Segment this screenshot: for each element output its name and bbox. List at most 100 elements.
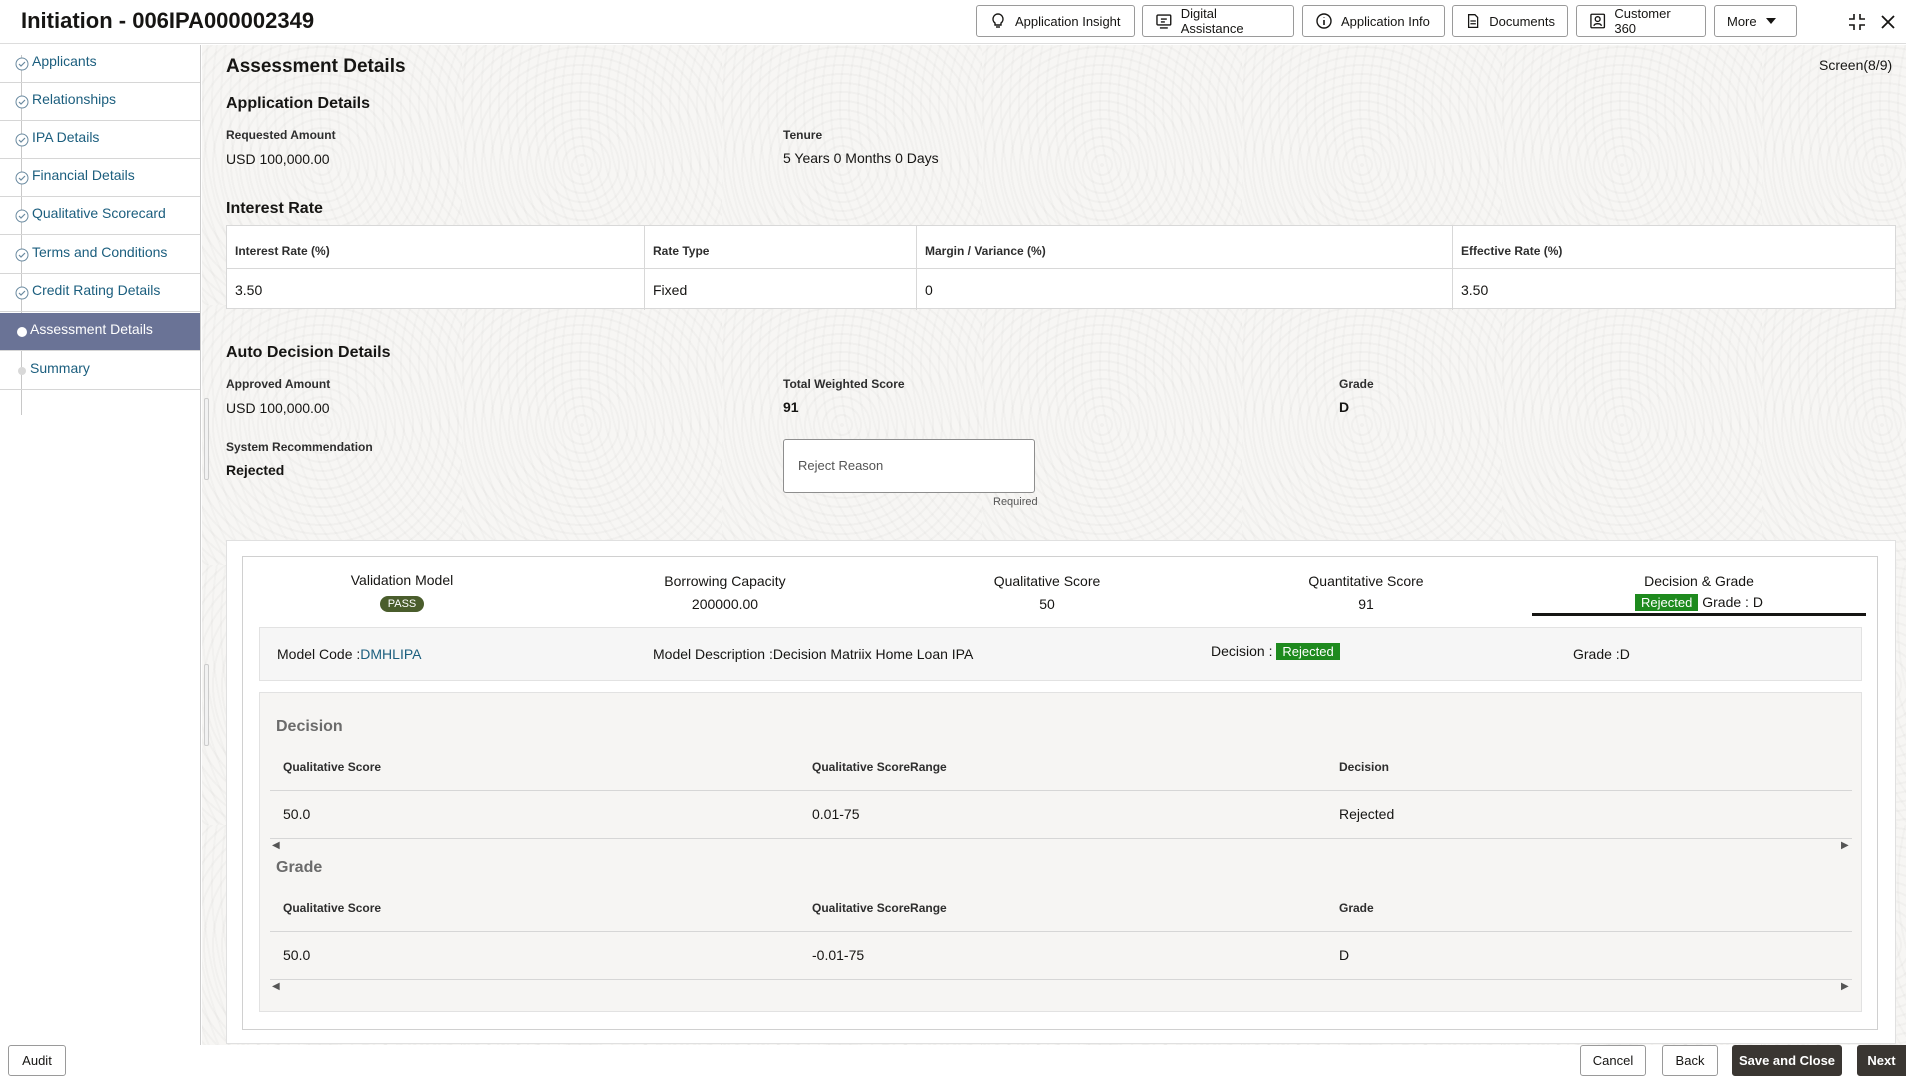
documents-icon — [1467, 14, 1479, 28]
digital-assistance-label: Digital Assistance — [1180, 6, 1244, 36]
column-header: Effective Rate (%) — [1461, 244, 1563, 258]
customer-360-button[interactable]: Customer 360 — [1576, 5, 1706, 37]
customer-icon — [1590, 13, 1606, 29]
table-cell: 50.0 — [283, 947, 311, 963]
scroll-handle[interactable] — [204, 398, 209, 480]
model-grade: Grade :D — [1573, 646, 1630, 662]
grade-value: D — [1339, 399, 1350, 415]
auto-decision-title: Auto Decision Details — [226, 344, 391, 361]
sidebar-item-label: Credit Rating Details — [32, 282, 161, 298]
table-column: Margin / Variance (%) 0 — [917, 226, 1453, 310]
scroll-left-icon[interactable]: ◀ — [272, 981, 280, 992]
table-divider — [270, 838, 1852, 839]
model-code-label: Model Code : — [277, 646, 361, 662]
current-step-icon — [17, 327, 27, 337]
customer-360-label: Customer 360 — [1614, 6, 1671, 36]
insight-icon — [992, 13, 1004, 28]
sidebar-item-relationships[interactable]: Relationships — [0, 83, 200, 121]
info-icon — [1316, 13, 1332, 29]
sidebar-item-label: Terms and Conditions — [32, 244, 168, 260]
decision-section-title: Decision — [276, 718, 343, 735]
sidebar-item-terms-and-conditions[interactable]: Terms and Conditions — [0, 236, 200, 274]
sidebar-item-label: Summary — [30, 360, 90, 376]
documents-button[interactable]: Documents — [1452, 5, 1568, 37]
rejected-badge: Rejected — [1635, 594, 1699, 611]
model-info-row: Model Code :DMHLIPA Model Description :D… — [259, 627, 1862, 681]
table-cell: 0.01-75 — [812, 806, 860, 822]
check-circle-icon — [15, 133, 29, 147]
check-circle-icon — [15, 95, 29, 109]
total-weighted-score-label: Total Weighted Score — [783, 377, 905, 391]
quantitative-score-label: Quantitative Score — [1308, 573, 1424, 589]
table-cell: -0.01-75 — [812, 947, 865, 963]
back-button[interactable]: Back — [1662, 1045, 1718, 1076]
scroll-right-icon[interactable]: ▶ — [1841, 840, 1849, 851]
tab-validation-model[interactable]: Validation Model — [302, 572, 502, 588]
table-divider — [270, 790, 1852, 791]
sidebar-item-assessment-details[interactable]: Assessment Details — [0, 313, 200, 351]
borrowing-capacity-value: 200000.00 — [691, 596, 759, 612]
column-header: Rate Type — [653, 244, 710, 258]
grade-text: Grade : D — [1702, 594, 1763, 610]
validation-model-value: PASS — [302, 594, 502, 612]
digital-assistance-button[interactable]: Digital Assistance — [1142, 5, 1294, 37]
grade-section-title: Grade — [276, 859, 323, 876]
table-column: Rate Type Fixed — [645, 226, 917, 310]
application-info-label: Application Info — [1341, 13, 1430, 29]
table-cell: 3.50 — [1461, 282, 1489, 298]
sidebar-item-applicants[interactable]: Applicants — [0, 45, 200, 83]
application-info-button[interactable]: Application Info — [1302, 5, 1445, 37]
column-header: Margin / Variance (%) — [925, 244, 1046, 258]
table-column: Interest Rate (%) 3.50 — [227, 226, 645, 310]
scroll-handle[interactable] — [204, 664, 209, 746]
column-header: Qualitative ScoreRange — [812, 760, 947, 774]
system-recommendation-value: Rejected — [226, 462, 285, 478]
table-cell: 50.0 — [283, 806, 311, 822]
reject-reason-field[interactable]: Reject Reason — [783, 439, 1035, 493]
qualitative-score-label: Qualitative Score — [993, 573, 1101, 589]
table-cell: Rejected — [1339, 806, 1395, 822]
cancel-button[interactable]: Cancel — [1580, 1045, 1646, 1076]
next-button[interactable]: Next — [1857, 1045, 1906, 1076]
rejected-badge: Rejected — [1276, 643, 1340, 660]
tab-decision-and-grade[interactable]: Decision & Grade — [1599, 573, 1799, 589]
scroll-left-icon[interactable]: ◀ — [272, 840, 280, 851]
sidebar-item-ipa-details[interactable]: IPA Details — [0, 121, 200, 159]
check-circle-icon — [15, 171, 29, 185]
active-tab-indicator — [1532, 613, 1866, 616]
sidebar-item-qualitative-scorecard[interactable]: Qualitative Scorecard — [0, 197, 200, 235]
page-title: Assessment Details — [226, 56, 406, 77]
collapse-icon[interactable] — [1845, 10, 1869, 34]
save-and-close-button[interactable]: Save and Close — [1732, 1045, 1842, 1076]
application-insight-label: Application Insight — [1015, 13, 1121, 29]
sidebar-item-label: Relationships — [32, 91, 117, 107]
more-dropdown[interactable]: More — [1714, 5, 1797, 37]
tenure-value: 5 Years 0 Months 0 Days — [783, 150, 939, 166]
application-insight-button[interactable]: Application Insight — [976, 5, 1135, 37]
sidebar-item-label: Applicants — [32, 53, 97, 69]
close-icon[interactable] — [1876, 10, 1900, 34]
scroll-right-icon[interactable]: ▶ — [1841, 981, 1849, 992]
tab-borrowing-capacity[interactable]: Borrowing Capacity — [625, 573, 825, 589]
table-cell: D — [1339, 947, 1350, 963]
tab-quantitative-score[interactable]: Quantitative Score — [1266, 573, 1466, 589]
model-decision: Decision : Rejected — [1211, 643, 1340, 660]
decision-grade-box — [259, 692, 1862, 1012]
page-header-title: Initiation - 006IPA000002349 — [21, 8, 315, 33]
requested-amount-value: USD 100,000.00 — [226, 151, 330, 167]
model-decision-label: Decision : — [1211, 643, 1273, 659]
assistant-icon — [1156, 14, 1172, 29]
sidebar-item-summary[interactable]: Summary — [0, 352, 200, 390]
sidebar-item-credit-rating-details[interactable]: Credit Rating Details — [0, 274, 200, 312]
sidebar-item-label: Qualitative Scorecard — [32, 205, 166, 221]
column-header: Qualitative Score — [283, 901, 382, 915]
column-header: Grade — [1339, 901, 1374, 915]
model-code-link[interactable]: DMHLIPA — [360, 646, 421, 662]
documents-label: Documents — [1489, 13, 1555, 29]
tab-qualitative-score[interactable]: Qualitative Score — [947, 573, 1147, 589]
grade-label: Grade — [1339, 377, 1374, 391]
audit-button[interactable]: Audit — [8, 1045, 66, 1076]
sidebar-item-label: IPA Details — [32, 129, 100, 145]
application-details-title: Application Details — [226, 95, 371, 112]
sidebar-item-financial-details[interactable]: Financial Details — [0, 159, 200, 197]
